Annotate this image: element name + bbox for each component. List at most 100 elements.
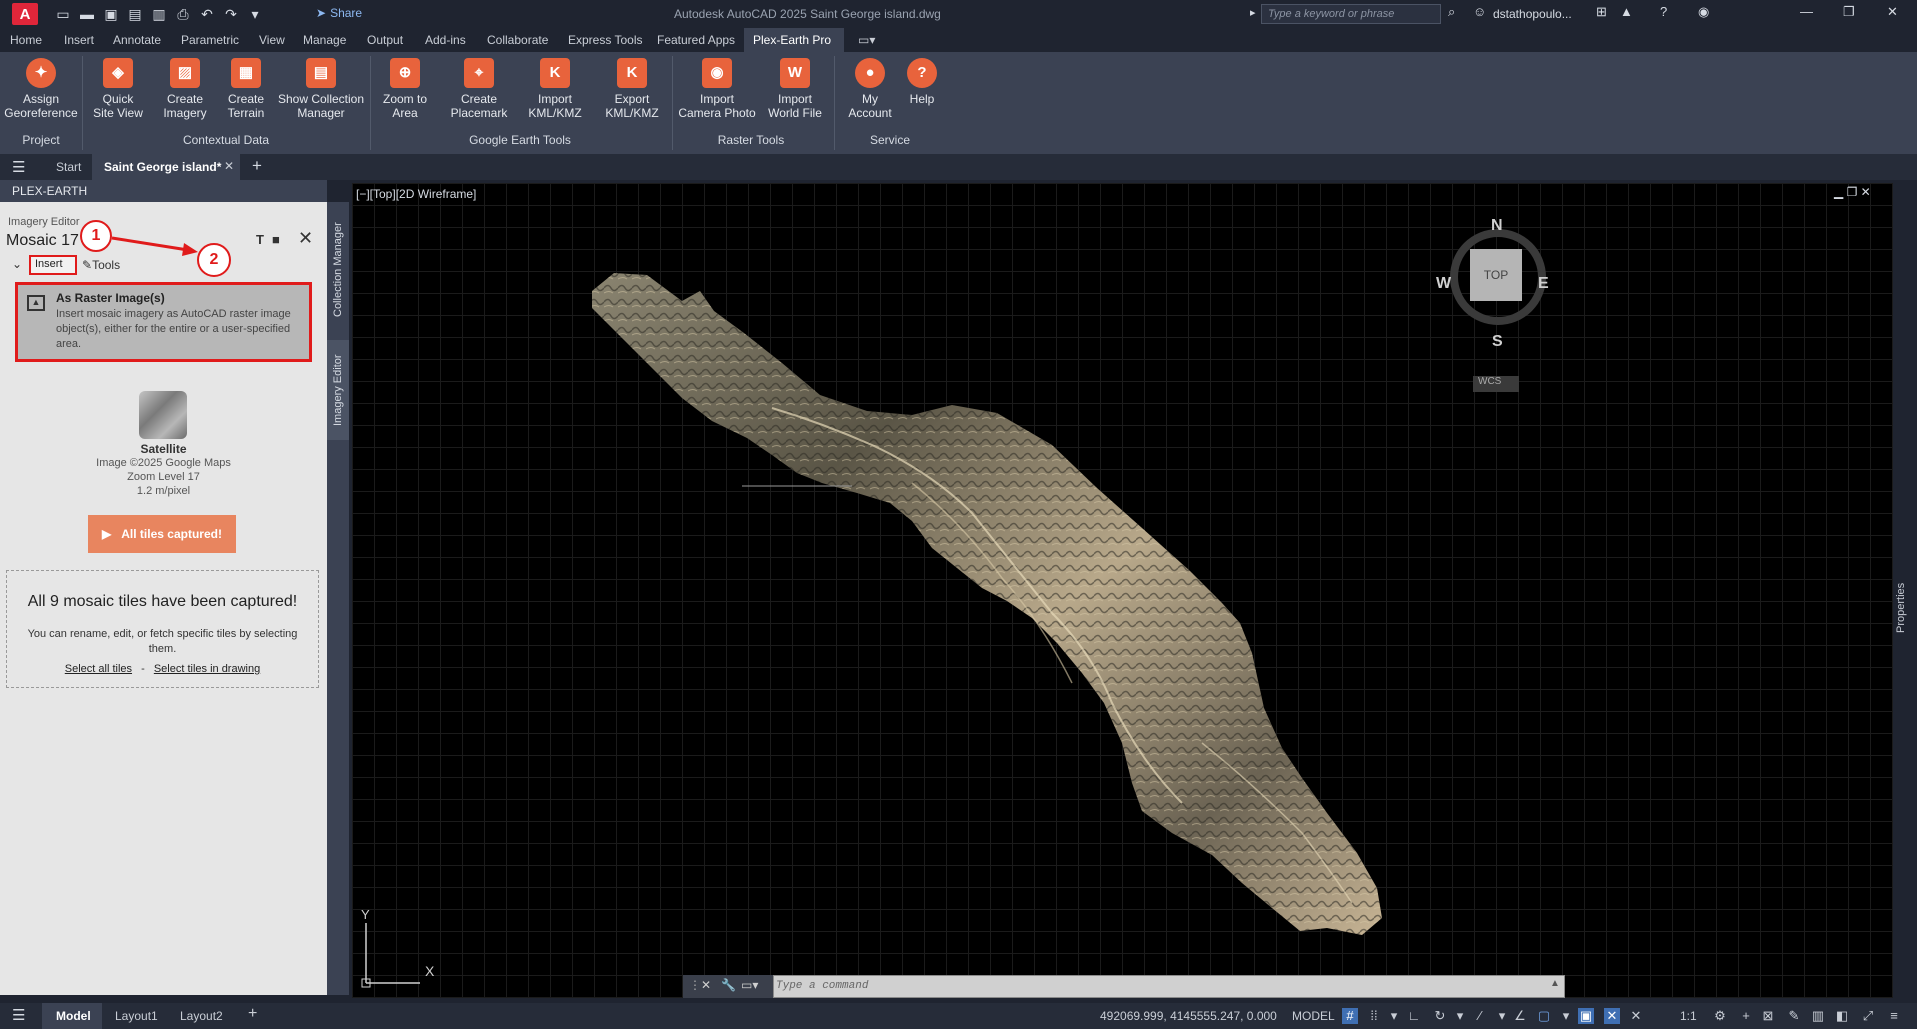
quick-site-view-button[interactable]: ◈ Quick Site View (88, 58, 148, 120)
select-tiles-in-drawing-link[interactable]: Select tiles in drawing (154, 663, 260, 675)
import-kml-button[interactable]: K Import KML/KMZ (524, 58, 586, 120)
text-tool-icon[interactable]: T (256, 232, 264, 247)
workspace-dropdown-icon[interactable]: ▭▾ (858, 33, 875, 47)
my-account-button[interactable]: ● My Account (840, 58, 900, 120)
zoom-to-area-button[interactable]: ⊕ Zoom to Area (375, 58, 435, 120)
layout1-tab[interactable]: Layout1 (115, 1009, 158, 1023)
compass-south[interactable]: S (1492, 333, 1503, 351)
tab-insert[interactable]: Insert (64, 33, 94, 47)
all-tiles-captured-button[interactable]: ▶ All tiles captured! (88, 515, 236, 553)
snap-dropdown-icon[interactable]: ▾ (1386, 1008, 1402, 1024)
create-placemark-button[interactable]: ⌖ Create Placemark (446, 58, 512, 120)
open-icon[interactable]: ▬ (76, 3, 98, 25)
snap-icon[interactable]: ⁞⁞ (1366, 1008, 1382, 1024)
drawing-viewport[interactable]: [−][Top][2D Wireframe] ▁ ❐ ✕ TOP N S E W… (352, 183, 1893, 998)
annotation-scale-value[interactable]: 1:1 (1680, 1009, 1697, 1023)
layout2-tab[interactable]: Layout2 (180, 1009, 223, 1023)
coordinates-readout[interactable]: 492069.999, 4145555.247, 0.000 (1100, 1009, 1277, 1023)
delete-icon[interactable]: ■ (272, 232, 280, 247)
collection-manager-tab[interactable]: Collection Manager (327, 210, 349, 330)
share-button[interactable]: ➤ Share (316, 6, 362, 20)
viewcube-top[interactable]: TOP (1470, 249, 1522, 301)
grid-toggle-icon[interactable]: # (1342, 1008, 1358, 1024)
quick-properties-icon[interactable]: ✎ (1786, 1008, 1802, 1024)
annotation-scale-icon[interactable]: ✕ (1628, 1008, 1644, 1024)
lock-ui-icon[interactable]: ▥ (1810, 1008, 1826, 1024)
command-close-icon[interactable]: ✕ (701, 978, 711, 992)
tab-plex-earth-pro[interactable]: Plex-Earth Pro (753, 33, 831, 47)
customization-icon[interactable]: ≡ (1886, 1008, 1902, 1024)
tools-tab[interactable]: ✎Tools (82, 258, 120, 272)
close-panel-icon[interactable]: ✕ (298, 228, 313, 249)
import-world-file-button[interactable]: W Import World File (764, 58, 826, 120)
redo-icon[interactable]: ↷ (220, 3, 242, 25)
export-kml-button[interactable]: K Export KML/KMZ (600, 58, 664, 120)
lineweight-icon[interactable]: ∠ (1512, 1008, 1528, 1024)
customize-icon[interactable]: ▾ (244, 3, 266, 25)
clean-screen-icon[interactable]: ⤢ (1860, 1008, 1876, 1024)
polar-icon[interactable]: ↻ (1432, 1008, 1448, 1024)
new-icon[interactable]: ▭ (52, 3, 74, 25)
polar-dropdown-icon[interactable]: ▾ (1452, 1008, 1468, 1024)
close-window-icon[interactable]: ✕ (1887, 4, 1898, 20)
model-tab[interactable]: Model (42, 1003, 102, 1029)
tab-parametric[interactable]: Parametric (181, 33, 239, 47)
collapse-chevron-icon[interactable]: ⌄ (12, 257, 22, 271)
new-layout-icon[interactable]: + (248, 1005, 257, 1023)
restore-icon[interactable]: ❐ (1843, 4, 1855, 20)
search-icon[interactable]: ⌕ (1448, 4, 1455, 20)
chat-icon[interactable]: ◉ (1698, 4, 1709, 20)
help-button[interactable]: ? Help (904, 58, 940, 106)
user-icon[interactable]: ☺ (1473, 4, 1486, 19)
drawing-tab[interactable]: Saint George island* ✕ (92, 154, 240, 180)
search-input[interactable]: Type a keyword or phrase (1261, 4, 1441, 24)
transparency-icon[interactable]: ▢ (1536, 1008, 1552, 1024)
tab-featured-apps[interactable]: Featured Apps (657, 33, 735, 47)
select-all-tiles-link[interactable]: Select all tiles (65, 663, 132, 675)
command-grip-icon[interactable]: ⋮ (689, 978, 701, 992)
ortho-icon[interactable]: ∟ (1406, 1008, 1422, 1024)
close-tab-icon[interactable]: ✕ (224, 159, 234, 173)
autoscale-icon[interactable]: ✕ (1604, 1008, 1620, 1024)
tab-output[interactable]: Output (367, 33, 403, 47)
selection-dropdown-icon[interactable]: ▾ (1558, 1008, 1574, 1024)
user-name[interactable]: dstathopoulo... (1493, 7, 1572, 21)
imagery-editor-tab[interactable]: Imagery Editor (327, 340, 349, 440)
isolate-objects-icon[interactable]: ◧ (1834, 1008, 1850, 1024)
tab-addins[interactable]: Add-ins (425, 33, 466, 47)
as-raster-images-option[interactable]: ▲ As Raster Image(s) Insert mosaic image… (15, 282, 312, 362)
properties-tab[interactable]: Properties (1895, 563, 1915, 633)
tab-collaborate[interactable]: Collaborate (487, 33, 548, 47)
command-customize-icon[interactable]: 🔧 (721, 978, 736, 992)
undo-icon[interactable]: ↶ (196, 3, 218, 25)
wcs-menu[interactable]: WCS (1473, 376, 1519, 392)
isodraft-icon[interactable]: ⁄ (1472, 1008, 1488, 1024)
compass-west[interactable]: W (1436, 275, 1451, 293)
create-imagery-button[interactable]: ▨ Create Imagery (154, 58, 216, 120)
status-menu-icon[interactable]: ☰ (12, 1006, 25, 1024)
print-icon[interactable]: ⎙ (172, 3, 194, 25)
create-terrain-button[interactable]: ▦ Create Terrain (218, 58, 274, 120)
import-camera-photo-button[interactable]: ◉ Import Camera Photo (676, 58, 758, 120)
save-icon[interactable]: ▣ (100, 3, 122, 25)
command-expand-icon[interactable]: ▲ (1550, 978, 1560, 989)
compass-north[interactable]: N (1491, 217, 1503, 235)
menu-hamburger-icon[interactable]: ☰ (12, 158, 25, 176)
search-arrow-icon[interactable]: ▸ (1250, 6, 1256, 19)
compass-east[interactable]: E (1538, 275, 1549, 293)
annotation-visibility-icon[interactable]: ▣ (1578, 1008, 1594, 1024)
minimize-icon[interactable]: — (1800, 4, 1813, 19)
autocad-logo[interactable]: A (12, 3, 38, 25)
help-icon[interactable]: ? (1660, 4, 1667, 19)
cart-icon[interactable]: ⊞ (1596, 4, 1607, 20)
units-icon[interactable]: ⊠ (1760, 1008, 1776, 1024)
tab-annotate[interactable]: Annotate (113, 33, 161, 47)
tab-manage[interactable]: Manage (303, 33, 346, 47)
autodesk-icon[interactable]: ▲ (1620, 4, 1633, 19)
command-input[interactable]: Type a command ▲ (773, 975, 1565, 998)
command-history-icon[interactable]: ▭▾ (741, 978, 758, 992)
save-as-icon[interactable]: ▤ (124, 3, 146, 25)
workspace-gear-icon[interactable]: ⚙ (1712, 1008, 1728, 1024)
tab-express-tools[interactable]: Express Tools (568, 33, 642, 47)
publish-icon[interactable]: ▥ (148, 3, 170, 25)
